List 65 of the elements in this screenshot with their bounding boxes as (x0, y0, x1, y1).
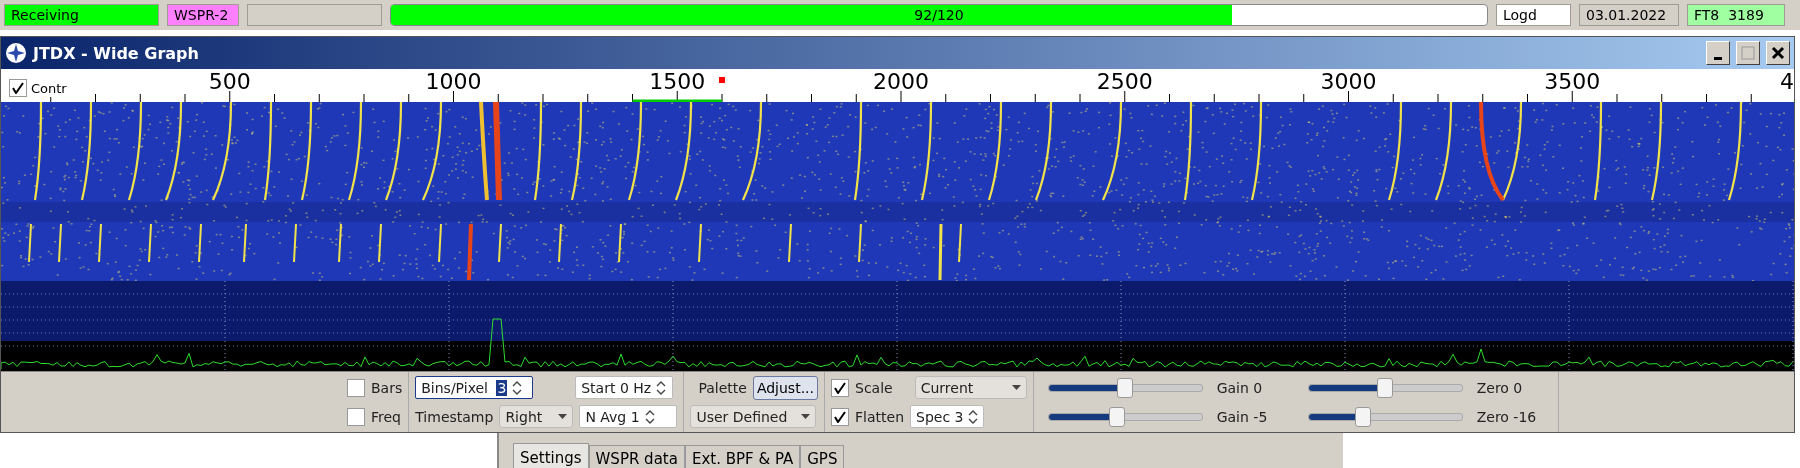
slider-label: Zero 0 (1476, 379, 1524, 396)
palette-label: Palette (698, 379, 747, 396)
scale-label: 3000 (1320, 69, 1377, 94)
checkbox[interactable] (831, 378, 849, 397)
scale-label: 2000 (873, 69, 929, 94)
checkbox[interactable] (9, 79, 27, 97)
checkbox[interactable] (347, 378, 365, 397)
scale-label: 1000 (425, 69, 482, 94)
checkbox-label: Scale (855, 379, 893, 396)
mode-field: WSPR-2 (167, 4, 239, 26)
tab[interactable]: Settings (513, 443, 589, 468)
log-field: Logd (1496, 4, 1571, 26)
close-icon (1771, 46, 1785, 60)
caret-icon (1011, 385, 1021, 390)
adjust-button[interactable]: Adjust... (752, 375, 818, 400)
caret-icon (558, 414, 568, 419)
status-field: Receiving (4, 4, 159, 26)
checkbox-label: Flatten (855, 408, 904, 425)
check-icon (834, 381, 846, 394)
scale-label: 500 (208, 69, 251, 94)
spin-box[interactable]: Bins/Pixel 3 (415, 376, 534, 399)
slider-thumb[interactable] (1377, 377, 1394, 398)
maximize-icon (1741, 46, 1755, 60)
checkbox-label: Contr (31, 80, 67, 96)
spin-arrows-icon[interactable] (967, 408, 980, 425)
scale-label: 4 (1780, 69, 1794, 94)
spin-box[interactable]: Spec 3 (910, 405, 984, 428)
slider-thumb[interactable] (1109, 406, 1126, 427)
check-icon (12, 82, 24, 94)
spin-box[interactable]: N Avg 1 (579, 405, 678, 428)
spin-box[interactable]: Start 0 Hz (575, 376, 674, 399)
checkbox[interactable] (831, 407, 849, 426)
tab[interactable]: WSPR data (588, 445, 685, 468)
slider-label: Zero -16 (1476, 408, 1538, 425)
slider-thumb[interactable] (1355, 406, 1372, 427)
check-icon (834, 410, 846, 423)
scale-label: 1500 (649, 69, 706, 94)
checkbox-label: Bars (371, 379, 403, 396)
close-button[interactable] (1766, 41, 1790, 65)
dropdown[interactable]: User Defined (690, 405, 817, 428)
slider-thumb[interactable] (1117, 377, 1134, 398)
date-field: 03.01.2022 (1579, 4, 1679, 26)
timestamp-label: Timestamp (415, 408, 494, 425)
band-field: FT8 3189 (1687, 4, 1785, 26)
window-title: JTDX - Wide Graph (33, 43, 200, 63)
minimize-button[interactable] (1706, 41, 1730, 65)
scale-label: 2500 (1096, 69, 1153, 94)
dropdown[interactable]: Current (914, 376, 1027, 399)
dropdown[interactable]: Right (499, 405, 574, 428)
tab[interactable]: Ext. BPF & PA (684, 445, 801, 468)
caret-icon (801, 414, 811, 419)
spin-arrows-icon[interactable] (655, 379, 668, 396)
minimize-icon (1714, 56, 1722, 60)
progress-label: 92/120 (914, 7, 964, 23)
checkbox-label: Freq (371, 408, 401, 425)
frequency-marker (719, 77, 725, 83)
tab[interactable]: GPS (800, 445, 845, 468)
checkbox[interactable] (347, 407, 365, 426)
spin-arrows-icon[interactable] (643, 408, 656, 425)
compass-star-icon (5, 42, 27, 64)
slider-label: Gain -5 (1216, 408, 1269, 425)
slider-label: Gain 0 (1216, 379, 1264, 396)
maximize-button[interactable] (1736, 41, 1760, 65)
scale-label: 3500 (1544, 69, 1601, 94)
spin-arrows-icon[interactable] (511, 379, 524, 396)
